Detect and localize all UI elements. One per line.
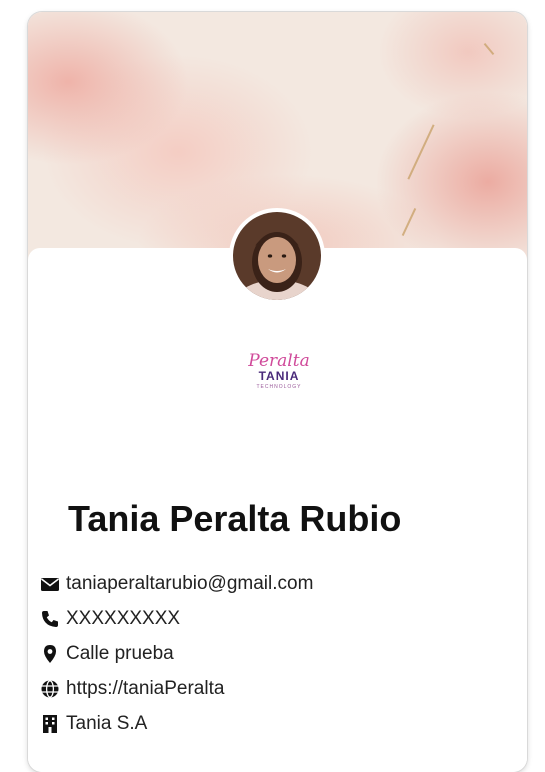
- logo-word: TANIA: [258, 369, 300, 383]
- map-pin-icon: [40, 644, 66, 664]
- contact-website[interactable]: https://taniaPeralta: [40, 671, 480, 706]
- logo-script: Peralta: [248, 351, 310, 371]
- contact-website-text: https://taniaPeralta: [66, 677, 225, 699]
- profile-photo: [233, 212, 321, 300]
- contact-phone[interactable]: XXXXXXXXX: [40, 601, 480, 636]
- avatar: [229, 208, 325, 304]
- building-icon: [40, 714, 66, 734]
- profile-name: Tania Peralta Rubio: [68, 498, 402, 539]
- contact-company-text: Tania S.A: [66, 712, 148, 734]
- envelope-icon: [40, 574, 66, 594]
- contact-email[interactable]: taniaperaltarubio@gmail.com: [40, 566, 480, 601]
- contact-phone-text: XXXXXXXXX: [66, 607, 181, 629]
- contact-email-text: taniaperaltarubio@gmail.com: [66, 572, 314, 594]
- phone-icon: [40, 609, 66, 629]
- globe-icon: [40, 679, 66, 699]
- company-logo: Peralta TANIA TECHNOLOGY: [238, 352, 320, 398]
- contact-list: taniaperaltarubio@gmail.com XXXXXXXXX Ca…: [40, 566, 480, 741]
- contact-address[interactable]: Calle prueba: [40, 636, 480, 671]
- logo-tagline: TECHNOLOGY: [256, 384, 302, 390]
- contact-company[interactable]: Tania S.A: [40, 706, 480, 741]
- contact-address-text: Calle prueba: [66, 642, 174, 664]
